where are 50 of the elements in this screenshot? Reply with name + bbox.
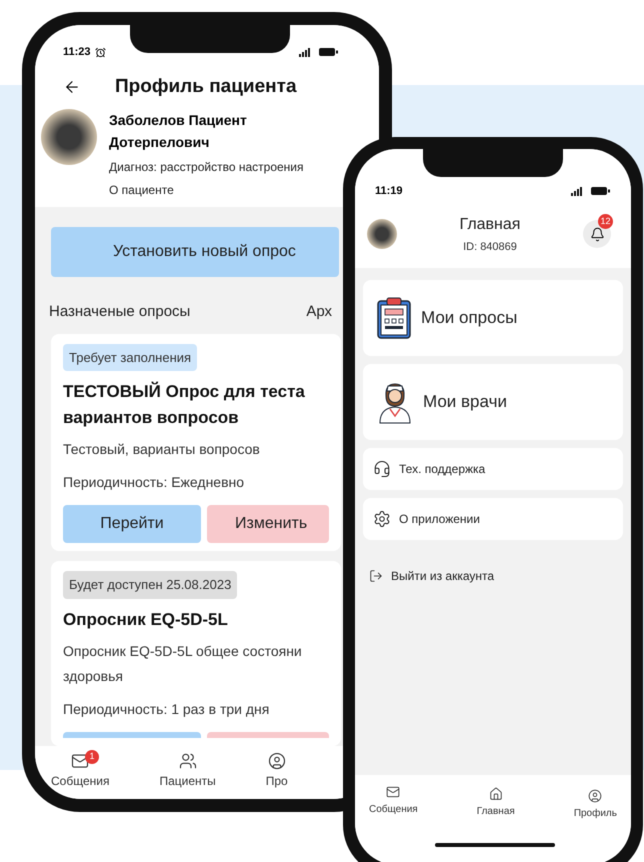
nav-item[interactable]: Собщения 1 bbox=[51, 752, 110, 790]
clipboard-icon bbox=[377, 296, 411, 338]
new-survey-button[interactable]: Установить новый опрос bbox=[51, 227, 339, 277]
headset-icon bbox=[373, 460, 391, 478]
patient-diagnosis: Диагноз: расстройство настроения bbox=[109, 159, 304, 176]
survey-periodicity: Периодичность: Ежедневно bbox=[63, 473, 246, 492]
nav-item[interactable]: Главная bbox=[476, 787, 515, 819]
alarm-icon bbox=[94, 46, 106, 58]
people-icon bbox=[178, 752, 197, 770]
envelope-icon bbox=[71, 752, 90, 770]
status-badge: Требует заполнения bbox=[63, 344, 198, 371]
section-title: Назначеные опросы bbox=[49, 302, 190, 322]
page-title: Профиль пациента bbox=[115, 74, 297, 99]
profile-icon bbox=[588, 789, 602, 803]
nav-item[interactable]: Пациенты bbox=[159, 752, 216, 790]
survey-description: Опросник EQ-5D-5L общее состояни bbox=[63, 642, 303, 661]
status-time: 11:23 bbox=[63, 44, 91, 60]
logout-link[interactable]: Выйти из аккаунта bbox=[363, 558, 623, 594]
survey-periodicity: Периодичность: 1 раз в три дня bbox=[63, 700, 270, 719]
status-badge: Будет доступен 25.08.2023 bbox=[63, 571, 238, 598]
survey-title: Опросник EQ-5D-5L bbox=[63, 608, 229, 630]
about-patient-link[interactable]: О пациенте bbox=[109, 181, 304, 199]
photo-placeholder bbox=[367, 219, 397, 250]
logout-icon bbox=[369, 568, 383, 582]
survey-description: здоровья bbox=[63, 666, 124, 686]
survey-description: Тестовый, варианты вопросов bbox=[63, 440, 261, 459]
unread-badge: 1 bbox=[85, 750, 99, 764]
page-title: Главная bbox=[460, 215, 520, 235]
envelope-icon bbox=[386, 785, 400, 799]
edit-button[interactable]: Изменить bbox=[207, 505, 329, 543]
archive-tab[interactable]: Арх bbox=[306, 301, 332, 324]
status-icons bbox=[299, 47, 339, 57]
menu-item[interactable]: Тех. поддержка bbox=[363, 448, 623, 490]
profile-icon bbox=[268, 752, 286, 770]
nav-item[interactable]: Про bbox=[266, 752, 288, 790]
menu-card[interactable]: Мои врачи bbox=[363, 364, 623, 440]
home-icon bbox=[488, 787, 503, 801]
status-icons bbox=[571, 186, 611, 196]
settings-icon bbox=[373, 510, 391, 528]
go-button[interactable]: Перейти bbox=[63, 505, 201, 543]
user-id: ID: 840869 bbox=[463, 240, 517, 255]
menu-item[interactable]: О приложении bbox=[363, 498, 623, 540]
bell-icon bbox=[590, 226, 604, 242]
survey-title: ТЕСТОВЫЙ Опрос для теста вариантов вопросов bbox=[63, 380, 306, 429]
status-time: 11:19 bbox=[375, 184, 403, 199]
notification-badge: 12 bbox=[598, 214, 613, 230]
nav-item[interactable]: Собщения bbox=[369, 785, 418, 817]
menu-card[interactable]: Мои опросы bbox=[363, 280, 623, 356]
nav-item[interactable]: Профиль bbox=[574, 789, 617, 821]
patient-name: Заболелов Пациент Дотерпелович bbox=[109, 111, 248, 152]
